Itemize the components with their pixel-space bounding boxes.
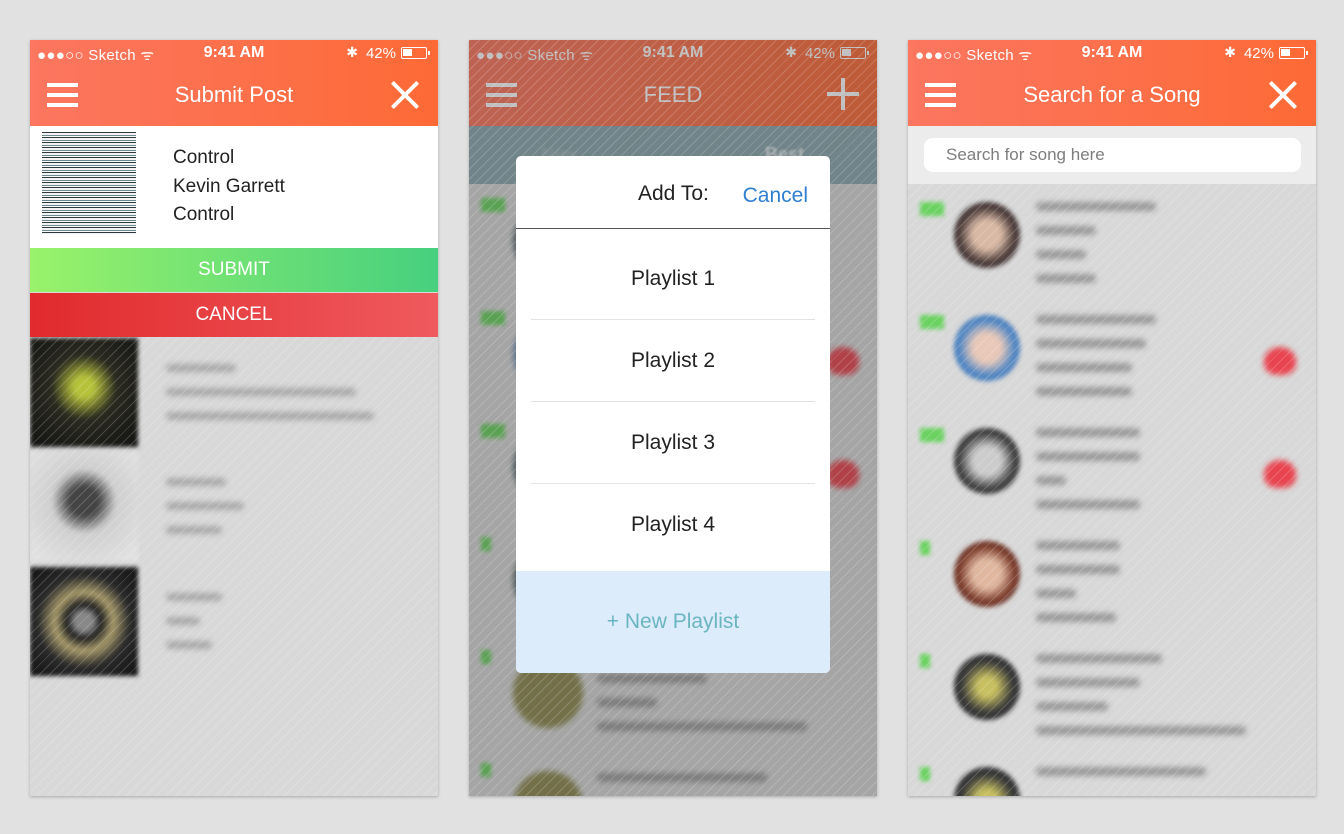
menu-icon[interactable]: [47, 83, 78, 107]
avatar: [954, 654, 1020, 720]
submit-post-screen: ●●●○○ Sketch ᯤ 9:41 AM ✱ 42% Submit Post…: [30, 40, 438, 796]
blurred-text: [166, 593, 222, 601]
avatar: [954, 767, 1020, 796]
submit-button[interactable]: SUBMIT: [30, 248, 438, 292]
blurred-text: [1036, 565, 1120, 574]
song-artist: Kevin Garrett: [173, 176, 285, 197]
battery-percent: 42%: [365, 45, 396, 62]
close-icon[interactable]: [390, 80, 420, 110]
blurred-song-row: [30, 567, 438, 680]
blurred-text: [1036, 500, 1140, 509]
close-icon[interactable]: [1268, 80, 1298, 110]
blurred-text: [1036, 428, 1140, 437]
feed-screen: ●●●○○ Sketch ᯤ 9:41 AM ✱ 42% FEED New Be…: [469, 40, 877, 796]
blurred-text: [166, 412, 374, 420]
playlist-item[interactable]: Playlist 4: [531, 484, 815, 566]
blurred-text: [1036, 202, 1156, 211]
header-bar: ●●●○○ Sketch ᯤ 9:41 AM ✱ 42% Search for …: [908, 40, 1316, 126]
result-row: [908, 301, 1316, 414]
song-title: Control: [173, 147, 235, 168]
blurred-text: [1036, 476, 1066, 485]
heart-icon: [1264, 347, 1296, 375]
playlist-item[interactable]: Playlist 3: [531, 402, 815, 484]
page-title: Submit Post: [174, 82, 294, 107]
result-row: [908, 753, 1316, 796]
result-row: [908, 188, 1316, 301]
blurred-text: [1036, 363, 1132, 372]
playlist-item[interactable]: Playlist 1: [531, 238, 815, 320]
blurred-text: [1036, 274, 1096, 283]
avatar: [954, 315, 1020, 381]
rank-badge: [920, 315, 944, 329]
search-song-screen: ●●●○○ Sketch ᯤ 9:41 AM ✱ 42% Search for …: [908, 40, 1316, 796]
blurred-text: [1036, 613, 1116, 622]
blurred-text: [1036, 702, 1108, 711]
result-row: [908, 414, 1316, 527]
battery-percent: 42%: [1243, 45, 1274, 62]
bluetooth-icon: ✱: [346, 44, 358, 60]
album-art: [42, 132, 136, 242]
status-bar: ●●●○○ Sketch ᯤ 9:41 AM ✱ 42%: [908, 40, 1316, 66]
battery-icon: [401, 47, 430, 59]
sheet-title: Add To:: [638, 182, 709, 205]
result-row: [908, 527, 1316, 640]
status-bar: ●●●○○ Sketch ᯤ 9:41 AM ✱ 42%: [30, 40, 438, 66]
bluetooth-icon: ✱: [1224, 44, 1236, 60]
blurred-text: [1036, 654, 1162, 663]
avatar: [954, 541, 1020, 607]
battery-icon: [1279, 47, 1308, 59]
sheet-header: Add To: Cancel: [516, 156, 830, 229]
cancel-button[interactable]: CANCEL: [30, 293, 438, 337]
blurred-text: [1036, 726, 1246, 735]
blurred-text: [1036, 339, 1146, 348]
blurred-text: [166, 502, 244, 510]
menu-icon[interactable]: [925, 83, 956, 107]
selected-song-card: Control Kevin Garrett Control: [30, 126, 438, 248]
blurred-album-art: [30, 338, 138, 447]
rank-badge: [920, 767, 930, 781]
blurred-text: [1036, 767, 1206, 776]
blurred-text: [1036, 452, 1140, 461]
rank-badge: [920, 654, 930, 668]
blurred-text: [1036, 541, 1120, 550]
blurred-text: [1036, 315, 1156, 324]
blurred-song-row: [30, 452, 438, 565]
blurred-album-art: [30, 452, 138, 561]
page-title: Search for a Song: [1023, 82, 1201, 107]
add-to-playlist-sheet: Add To: Cancel Playlist 1 Playlist 2 Pla…: [516, 156, 830, 673]
avatar: [954, 428, 1020, 494]
blurred-text: [1036, 589, 1076, 598]
song-album: Control: [173, 204, 235, 225]
blurred-text: [166, 388, 356, 396]
avatar: [954, 202, 1020, 268]
blurred-text: [166, 617, 200, 625]
header-bar: ●●●○○ Sketch ᯤ 9:41 AM ✱ 42% Submit Post: [30, 40, 438, 126]
blurred-text: [166, 526, 222, 534]
playlist-item[interactable]: Playlist 2: [531, 320, 815, 402]
blurred-text: [1036, 678, 1140, 687]
blurred-text: [166, 641, 212, 649]
heart-icon: [1264, 460, 1296, 488]
sheet-cancel-button[interactable]: Cancel: [743, 184, 808, 208]
rank-badge: [920, 541, 930, 555]
blurred-text: [1036, 387, 1132, 396]
blurred-text: [166, 364, 236, 372]
blurred-text: [1036, 226, 1096, 235]
result-row: [908, 640, 1316, 753]
rank-badge: [920, 428, 944, 442]
search-input[interactable]: [924, 138, 1301, 172]
blurred-album-art: [30, 567, 138, 676]
blurred-song-row: [30, 338, 438, 451]
rank-badge: [920, 202, 944, 216]
new-playlist-button[interactable]: + New Playlist: [516, 571, 830, 673]
blurred-text: [166, 478, 226, 486]
blurred-text: [1036, 250, 1086, 259]
